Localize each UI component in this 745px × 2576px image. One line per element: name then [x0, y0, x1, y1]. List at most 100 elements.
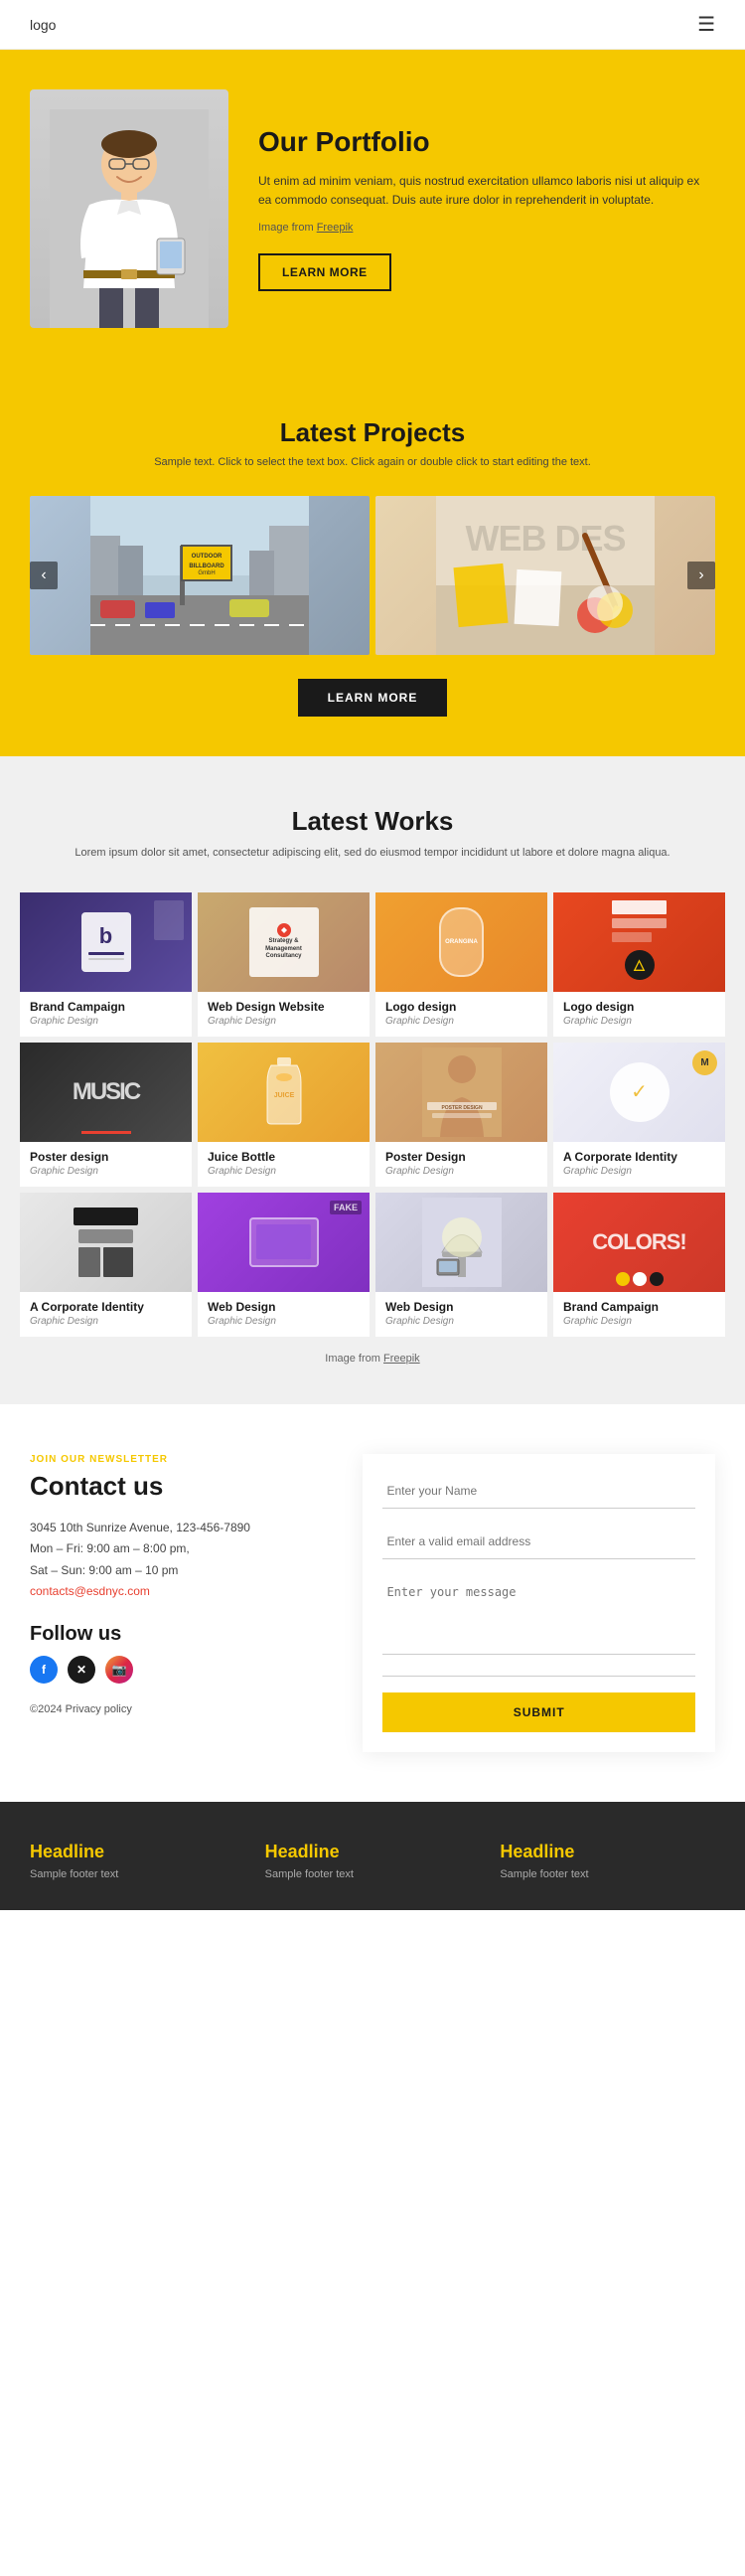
footer-text-2: Sample footer text — [265, 1868, 481, 1880]
work-item-logo-design-juice[interactable]: ORANGINA Logo design Graphic Design — [375, 892, 547, 1037]
name-input[interactable] — [382, 1474, 695, 1509]
email-input[interactable] — [382, 1525, 695, 1559]
work-title-2: Logo design — [385, 1000, 537, 1014]
footer-col-1: Headline Sample footer text — [30, 1842, 245, 1880]
hero-person-image — [30, 89, 228, 328]
work-thumb-brand-campaign2: COLORS! — [553, 1193, 725, 1292]
follow-us-title: Follow us — [30, 1623, 323, 1646]
hero-description: Ut enim ad minim veniam, quis nostrud ex… — [258, 172, 715, 210]
work-thumb-corporate-identity: ✓ M — [553, 1043, 725, 1142]
carousel-image-1: OUTDOOR BILLBOARD GmbH — [30, 496, 370, 655]
name-field-wrap — [382, 1474, 695, 1509]
contact-right: SUBMIT — [363, 1454, 715, 1752]
form-divider — [382, 1676, 695, 1677]
work-title-3: Logo design — [563, 1000, 715, 1014]
footer-col-3: Headline Sample footer text — [500, 1842, 715, 1880]
work-item-brand-campaign2[interactable]: COLORS! Brand Campaign Graphic Design — [553, 1193, 725, 1337]
hero-title: Our Portfolio — [258, 126, 715, 158]
footer-headline-3: Headline — [500, 1842, 715, 1862]
submit-button[interactable]: SUBMIT — [382, 1692, 695, 1732]
copyright-text: ©2024 Privacy policy — [30, 1703, 323, 1715]
latest-works-subtitle: Lorem ipsum dolor sit amet, consectetur … — [20, 845, 725, 863]
work-title-8: A Corporate Identity — [30, 1300, 182, 1314]
work-thumb-web-design-fake: FAKE — [198, 1193, 370, 1292]
work-thumb-juice-bottle: JUICE — [198, 1043, 370, 1142]
work-category-2: Graphic Design — [385, 1016, 537, 1027]
hamburger-icon[interactable]: ☰ — [697, 12, 715, 37]
work-item-brand-campaign[interactable]: b Brand Campaign Graphic Design — [20, 892, 192, 1037]
work-title-0: Brand Campaign — [30, 1000, 182, 1014]
twitter-icon[interactable]: ✕ — [68, 1656, 95, 1684]
contact-email-link[interactable]: contacts@esdnyc.com — [30, 1584, 150, 1598]
contact-hours2: Sat – Sun: 9:00 am – 10 pm — [30, 1560, 323, 1582]
work-thumb-web-design-website: Strategy & ManagementConsultancy — [198, 892, 370, 992]
carousel-right-arrow[interactable]: › — [687, 562, 715, 589]
work-item-poster-design[interactable]: MUSIC Poster design Graphic Design — [20, 1043, 192, 1187]
footer-col-2: Headline Sample footer text — [265, 1842, 481, 1880]
freepik-link[interactable]: Freepik — [317, 222, 354, 234]
contact-hours1: Mon – Fri: 9:00 am – 8:00 pm, — [30, 1538, 323, 1560]
work-category-8: Graphic Design — [30, 1316, 182, 1327]
hero-image-credit: Image from Freepik — [258, 220, 715, 238]
work-thumb-poster-design2: POSTER DESIGN — [375, 1043, 547, 1142]
work-item-logo-design-corp[interactable]: △ Logo design Graphic Design — [553, 892, 725, 1037]
work-thumb-logo-design-corp: △ — [553, 892, 725, 992]
facebook-icon[interactable]: f — [30, 1656, 58, 1684]
svg-text:POSTER DESIGN: POSTER DESIGN — [441, 1105, 483, 1111]
work-item-web-design-website[interactable]: Strategy & ManagementConsultancy Web Des… — [198, 892, 370, 1037]
contact-form: SUBMIT — [363, 1454, 715, 1752]
latest-projects-section: Latest Projects Sample text. Click to se… — [0, 368, 745, 756]
work-category-5: Graphic Design — [208, 1166, 360, 1177]
social-icons: f ✕ 📷 — [30, 1656, 323, 1684]
svg-text:BILLBOARD: BILLBOARD — [189, 564, 224, 569]
footer-text-1: Sample footer text — [30, 1868, 245, 1880]
work-thumb-poster-design: MUSIC — [20, 1043, 192, 1142]
carousel-images: OUTDOOR BILLBOARD GmbH WEB DES — [30, 496, 715, 655]
work-title-1: Web Design Website — [208, 1000, 360, 1014]
work-item-juice-bottle[interactable]: JUICE Juice Bottle Graphic Design — [198, 1043, 370, 1187]
work-item-web-design-fake[interactable]: FAKE Web Design Graphic Design — [198, 1193, 370, 1337]
works-freepik-link[interactable]: Freepik — [383, 1353, 420, 1365]
contact-title: Contact us — [30, 1471, 323, 1502]
carousel-left-arrow[interactable]: ‹ — [30, 562, 58, 589]
work-thumb-web-design-lamp — [375, 1193, 547, 1292]
projects-learn-more-wrap: LEARN MORE — [30, 679, 715, 717]
work-title-7: A Corporate Identity — [563, 1150, 715, 1164]
contact-section: JOIN OUR NEWSLETTER Contact us 3045 10th… — [0, 1404, 745, 1802]
work-item-corporate-identity2[interactable]: A Corporate Identity Graphic Design — [20, 1193, 192, 1337]
work-category-11: Graphic Design — [563, 1316, 715, 1327]
svg-text:WEB DES: WEB DES — [465, 518, 625, 559]
work-title-9: Web Design — [208, 1300, 360, 1314]
logo: logo — [30, 17, 56, 33]
work-thumb-logo-design-juice: ORANGINA — [375, 892, 547, 992]
work-item-corporate-identity[interactable]: ✓ M A Corporate Identity Graphic Design — [553, 1043, 725, 1187]
email-field-wrap — [382, 1525, 695, 1559]
work-category-1: Graphic Design — [208, 1016, 360, 1027]
projects-learn-more-button[interactable]: LEARN MORE — [298, 679, 448, 717]
carousel-image-2: WEB DES — [375, 496, 715, 655]
work-title-10: Web Design — [385, 1300, 537, 1314]
work-category-0: Graphic Design — [30, 1016, 182, 1027]
footer-text-3: Sample footer text — [500, 1868, 715, 1880]
work-thumb-brand-campaign: b — [20, 892, 192, 992]
works-grid: b Brand Campaign Graphic Design Strategy… — [20, 892, 725, 1337]
hero-learn-more-button[interactable]: LEARN MORE — [258, 253, 391, 291]
latest-works-title: Latest Works — [20, 806, 725, 837]
work-category-4: Graphic Design — [30, 1166, 182, 1177]
footer-grid: Headline Sample footer text Headline Sam… — [30, 1842, 715, 1880]
work-item-web-design-lamp[interactable]: Web Design Graphic Design — [375, 1193, 547, 1337]
instagram-icon[interactable]: 📷 — [105, 1656, 133, 1684]
hero-image — [30, 89, 228, 328]
footer: Headline Sample footer text Headline Sam… — [0, 1802, 745, 1910]
svg-text:JUICE: JUICE — [273, 1092, 294, 1099]
work-title-5: Juice Bottle — [208, 1150, 360, 1164]
footer-headline-1: Headline — [30, 1842, 245, 1862]
work-title-6: Poster Design — [385, 1150, 537, 1164]
work-category-3: Graphic Design — [563, 1016, 715, 1027]
work-title-4: Poster design — [30, 1150, 182, 1164]
footer-headline-2: Headline — [265, 1842, 481, 1862]
work-category-7: Graphic Design — [563, 1166, 715, 1177]
work-item-poster-design2[interactable]: POSTER DESIGN Poster Design Graphic Desi… — [375, 1043, 547, 1187]
hero-section: Our Portfolio Ut enim ad minim veniam, q… — [0, 50, 745, 368]
message-textarea[interactable] — [382, 1575, 695, 1655]
